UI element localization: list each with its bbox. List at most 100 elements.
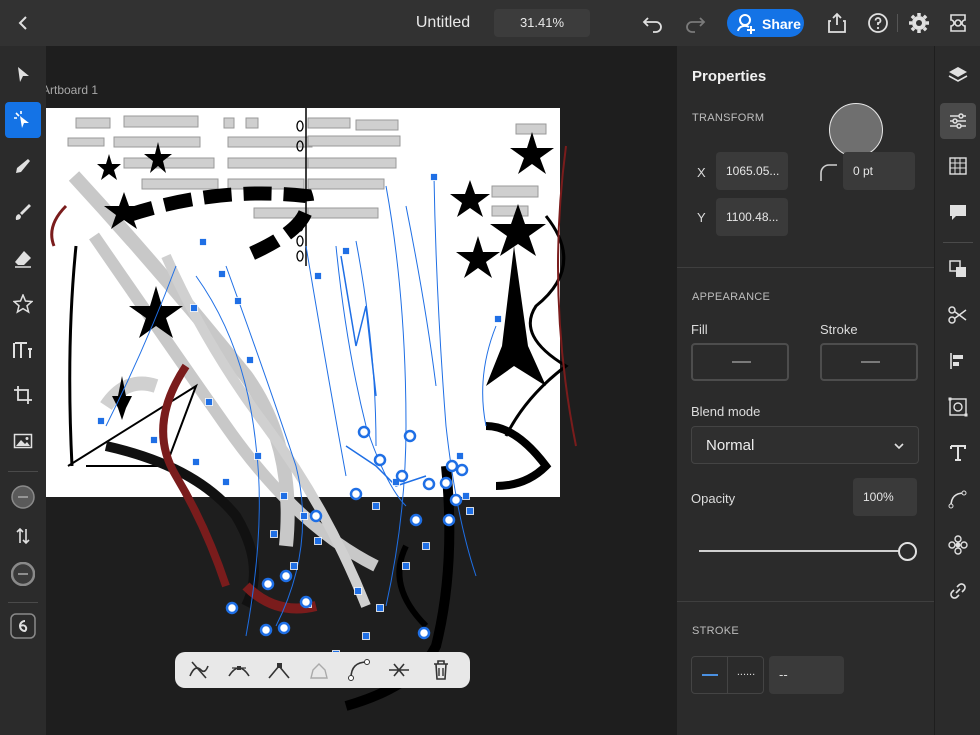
anchor-point[interactable]	[254, 452, 262, 460]
anchor-point[interactable]	[300, 512, 308, 520]
opacity-slider-thumb[interactable]	[898, 542, 917, 561]
zoom-level[interactable]: 31.41%	[494, 9, 590, 37]
anchor-point[interactable]	[372, 502, 380, 510]
anchor-handle[interactable]	[449, 493, 463, 507]
anchor-point[interactable]	[234, 297, 242, 305]
document-title[interactable]: Untitled	[405, 14, 481, 32]
fill-swatch-button[interactable]	[691, 343, 789, 381]
join-anchor-button[interactable]	[307, 658, 331, 682]
anchor-handle[interactable]	[403, 429, 417, 443]
anchor-point[interactable]	[270, 530, 278, 538]
stroke-weight-input[interactable]: --	[769, 656, 844, 694]
anchor-point[interactable]	[494, 315, 502, 323]
opacity-slider-track[interactable]	[699, 550, 907, 552]
canvas[interactable]: Artboard 1	[46, 46, 677, 735]
stroke-swatch[interactable]	[5, 556, 41, 592]
plugins-button[interactable]	[946, 11, 970, 35]
anchor-point[interactable]	[466, 507, 474, 515]
anchor-handle[interactable]	[225, 601, 239, 615]
anchor-point[interactable]	[376, 604, 384, 612]
pen-tool[interactable]	[5, 148, 41, 184]
help-button[interactable]	[866, 11, 890, 35]
anchor-handle[interactable]	[409, 513, 423, 527]
anchor-handle[interactable]	[259, 623, 273, 637]
anchor-point[interactable]	[199, 238, 207, 246]
anchor-point[interactable]	[314, 272, 322, 280]
anchor-point[interactable]	[430, 173, 438, 181]
anchor-handle[interactable]	[261, 577, 275, 591]
rotation-handle[interactable]	[829, 103, 883, 157]
anchor-point[interactable]	[150, 436, 158, 444]
export-button[interactable]	[825, 11, 849, 35]
grid-button[interactable]	[940, 148, 976, 184]
fill-swatch[interactable]	[5, 479, 41, 515]
anchor-point[interactable]	[462, 492, 470, 500]
anchor-point[interactable]	[190, 304, 198, 312]
anchor-handle[interactable]	[417, 626, 431, 640]
stroke-swatch-button[interactable]	[820, 343, 918, 381]
scissors-button[interactable]	[940, 297, 976, 333]
repeat-grid-button[interactable]	[940, 389, 976, 425]
cut-path-button[interactable]	[187, 658, 211, 682]
corner-anchor-button[interactable]	[267, 658, 291, 682]
crop-tool[interactable]	[5, 377, 41, 413]
align-button[interactable]	[940, 343, 976, 379]
anchor-handle[interactable]	[357, 425, 371, 439]
image-tool[interactable]	[5, 423, 41, 459]
corner-radius-input[interactable]: 0 pt	[843, 152, 915, 190]
brush-tool[interactable]	[5, 194, 41, 230]
anchor-point[interactable]	[246, 356, 254, 364]
path-button[interactable]	[940, 481, 976, 517]
anchor-point[interactable]	[290, 562, 298, 570]
anchor-handle[interactable]	[455, 463, 469, 477]
anchor-handle[interactable]	[439, 476, 453, 490]
link-button[interactable]	[940, 573, 976, 609]
touch-shortcut-button[interactable]	[5, 608, 41, 644]
swap-fill-stroke-button[interactable]	[5, 518, 41, 554]
split-anchor-button[interactable]	[387, 658, 411, 682]
solid-stroke-button[interactable]	[692, 657, 728, 693]
share-button[interactable]: Share	[727, 9, 804, 37]
anchor-point[interactable]	[342, 247, 350, 255]
anchor-point[interactable]	[97, 417, 105, 425]
pattern-button[interactable]	[940, 527, 976, 563]
anchor-point[interactable]	[402, 562, 410, 570]
type-tool[interactable]	[5, 332, 41, 368]
y-input[interactable]: 1100.48...	[716, 198, 788, 236]
blend-mode-select[interactable]: Normal	[691, 426, 919, 464]
anchor-point[interactable]	[362, 632, 370, 640]
anchor-point[interactable]	[192, 458, 200, 466]
anchor-point[interactable]	[205, 398, 213, 406]
arrange-button[interactable]	[940, 251, 976, 287]
anchor-handle[interactable]	[277, 621, 291, 635]
opacity-input[interactable]: 100%	[853, 478, 917, 516]
undo-button[interactable]	[640, 11, 666, 35]
anchor-point[interactable]	[314, 537, 322, 545]
properties-button[interactable]	[940, 103, 976, 139]
anchor-handle[interactable]	[445, 459, 459, 473]
delete-anchor-button[interactable]	[429, 658, 453, 682]
anchor-handle[interactable]	[299, 595, 313, 609]
comments-button[interactable]	[940, 194, 976, 230]
x-input[interactable]: 1065.05...	[716, 152, 788, 190]
anchor-point[interactable]	[280, 492, 288, 500]
settings-button[interactable]	[907, 11, 931, 35]
anchor-point[interactable]	[422, 542, 430, 550]
artwork[interactable]	[46, 46, 677, 735]
anchor-handle[interactable]	[373, 453, 387, 467]
anchor-handle[interactable]	[349, 487, 363, 501]
convert-anchor-button[interactable]	[347, 658, 371, 682]
anchor-point[interactable]	[354, 587, 362, 595]
anchor-handle[interactable]	[442, 513, 456, 527]
selection-tool[interactable]	[5, 57, 41, 93]
anchor-handle[interactable]	[309, 509, 323, 523]
anchor-handle[interactable]	[279, 569, 293, 583]
anchor-point[interactable]	[222, 478, 230, 486]
anchor-handle[interactable]	[422, 477, 436, 491]
eraser-tool[interactable]	[5, 240, 41, 276]
back-button[interactable]	[12, 11, 36, 35]
direct-selection-tool[interactable]	[5, 102, 41, 138]
anchor-point[interactable]	[456, 452, 464, 460]
dashed-stroke-button[interactable]: ......	[728, 657, 764, 693]
redo-button[interactable]	[682, 11, 708, 35]
